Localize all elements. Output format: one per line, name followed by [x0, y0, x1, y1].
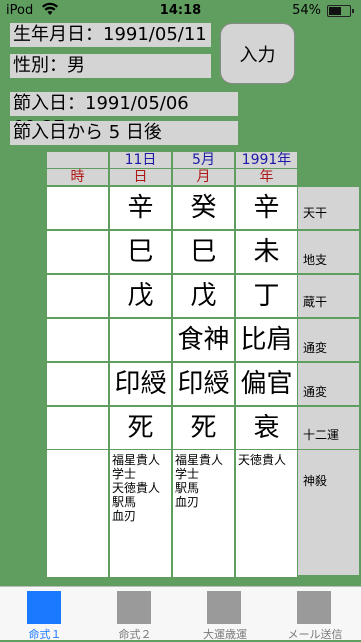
tab-daiun-saiun[interactable]: 大運歳運 [180, 587, 270, 641]
tab-meishiki2[interactable]: 命式２ [90, 587, 180, 641]
tab-meishiki1[interactable]: 命式１ [0, 587, 90, 641]
header-hour-label: 時 [47, 169, 108, 185]
cell-month-tsuhen2: 印綬 [173, 363, 234, 405]
cell-month-zoukan: 戊 [173, 275, 234, 317]
gender-field: 性別：男 [10, 54, 211, 78]
cell-hour-chishi [47, 231, 108, 273]
header-day-label: 日 [110, 169, 171, 185]
cell-year-shinsatsu: 天徳貴人 [236, 450, 297, 577]
cell-year-zoukan: 丁 [236, 275, 297, 317]
square-icon [27, 591, 61, 624]
cell-month-shinsatsu: 福星貴人 学士 駅馬 血刃 [173, 450, 234, 577]
row-label-shinsatsu: 神殺 [298, 450, 359, 575]
cell-year-tsuhen2: 偏官 [236, 363, 297, 405]
row-label-zoukan: 蔵干 [298, 275, 359, 317]
cell-month-chishi: 巳 [173, 231, 234, 273]
cell-month-juniun: 死 [173, 407, 234, 449]
cell-day-tenkan: 辛 [110, 187, 171, 229]
cell-hour-tenkan [47, 187, 108, 229]
header-year-value: 1991年 [236, 152, 297, 168]
cell-hour-juniun [47, 407, 108, 449]
header-year-label: 年 [236, 169, 297, 185]
cell-hour-zoukan [47, 275, 108, 317]
setsunyu-date-field: 節入日：1991/05/06 09:27 [10, 92, 238, 138]
cell-year-tsuhen1: 比肩 [236, 319, 297, 361]
header-month-value: 5月 [173, 152, 234, 168]
battery-percent: 54% [292, 3, 321, 18]
cell-month-tenkan: 癸 [173, 187, 234, 229]
input-button[interactable]: 入力 [220, 23, 295, 84]
birthday-field: 生年月日：1991/05/11 [10, 23, 211, 47]
cell-year-juniun: 衰 [236, 407, 297, 449]
row-label-chishi: 地支 [298, 231, 359, 273]
cell-day-juniun: 死 [110, 407, 171, 449]
cell-hour-shinsatsu [47, 450, 108, 577]
row-label-tsuhen2: 通変 [298, 363, 359, 405]
row-label-juniun: 十二運 [298, 407, 359, 449]
tab-mail-send[interactable]: メール送信 [270, 587, 360, 641]
battery-icon [327, 5, 354, 17]
header-day-value: 11日 [110, 152, 171, 168]
cell-hour-tsuhen1 [47, 319, 108, 361]
cell-year-tenkan: 辛 [236, 187, 297, 229]
status-bar: iPod 14:18 54% [0, 0, 361, 22]
square-icon [297, 591, 331, 624]
cell-day-zoukan: 戊 [110, 275, 171, 317]
cell-day-shinsatsu: 福星貴人 学士 天徳貴人 駅馬 血刃 [110, 450, 171, 577]
row-label-tsuhen1: 通変 [298, 319, 359, 361]
tab-bar: 命式１ 命式２ 大運歳運 メール送信 [0, 586, 361, 641]
cell-hour-tsuhen2 [47, 363, 108, 405]
setsunyu-after-field: 節入日から 5 日後 [10, 121, 238, 145]
square-icon [117, 591, 151, 624]
cell-day-chishi: 巳 [110, 231, 171, 273]
cell-year-chishi: 未 [236, 231, 297, 273]
header-blank [47, 152, 108, 168]
cell-month-tsuhen1: 食神 [173, 319, 234, 361]
cell-day-tsuhen2: 印綬 [110, 363, 171, 405]
header-month-label: 月 [173, 169, 234, 185]
row-label-tenkan: 天干 [298, 187, 359, 229]
square-icon [207, 591, 241, 624]
cell-day-tsuhen1 [110, 319, 171, 361]
